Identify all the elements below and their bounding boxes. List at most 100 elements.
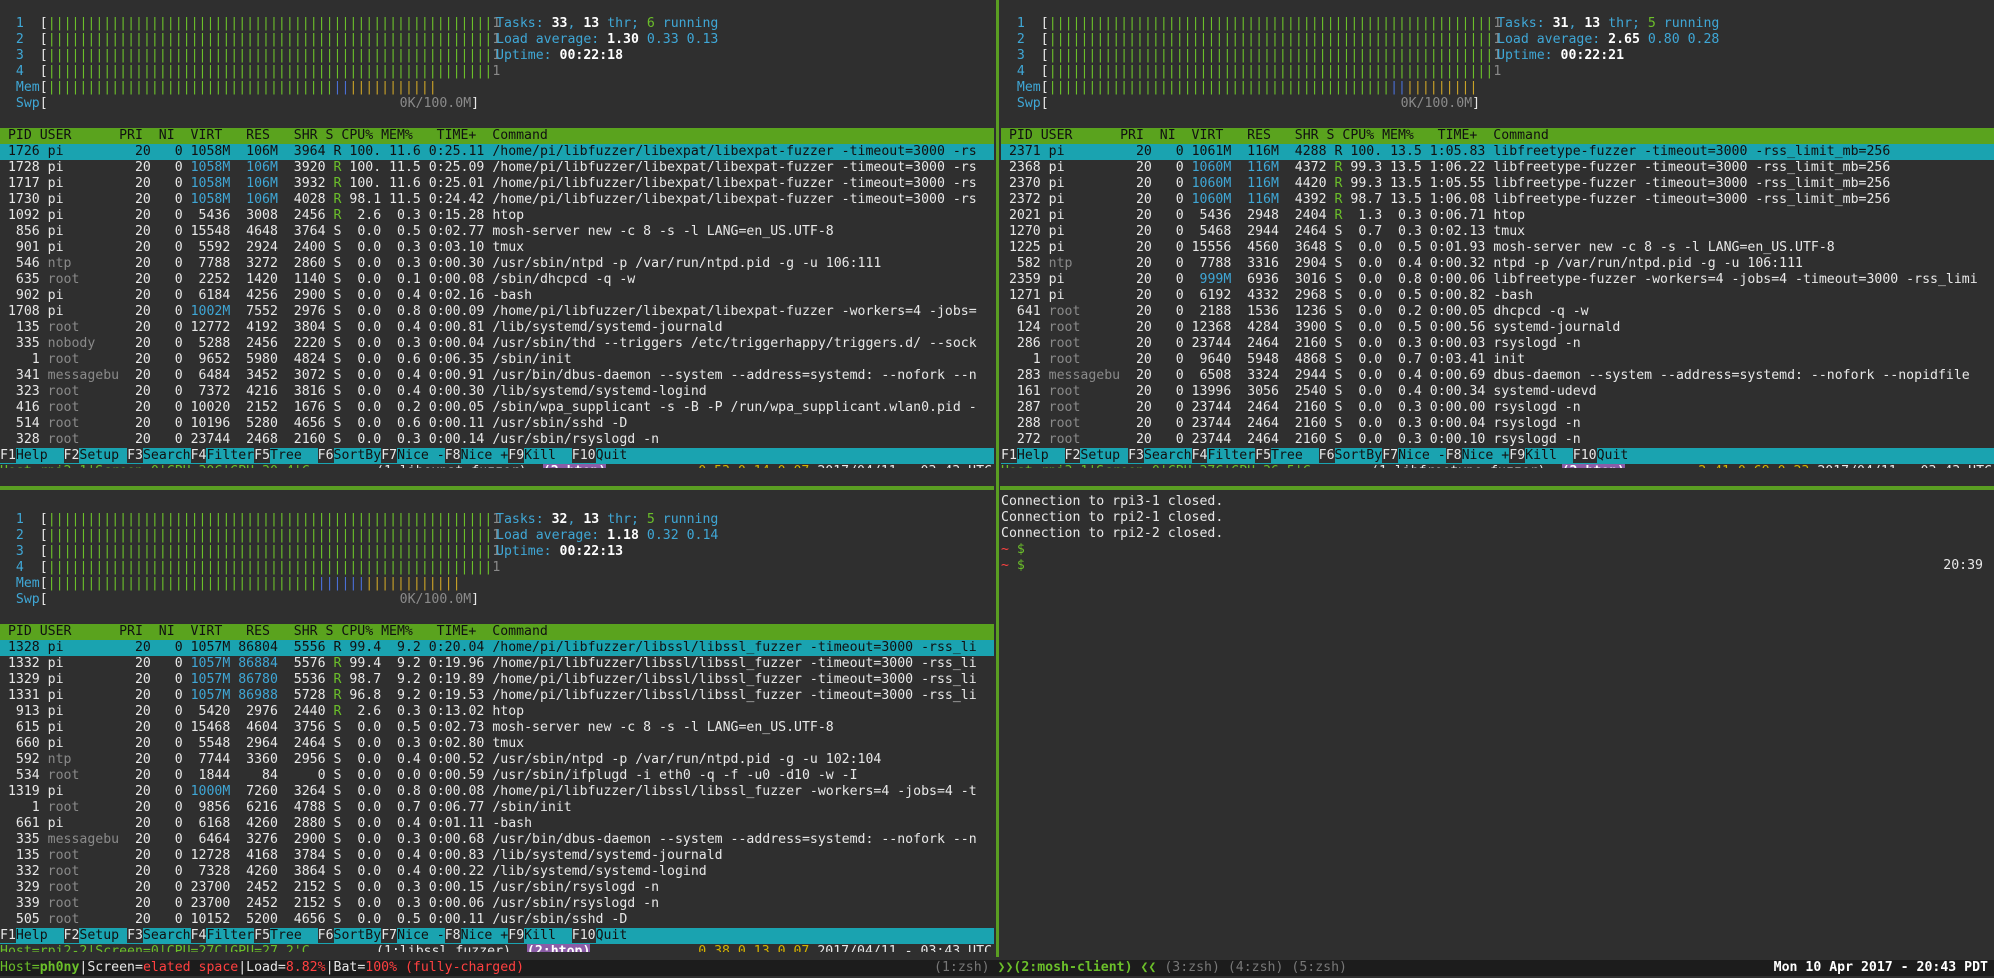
process-row[interactable]: 1328 pi 20 0 1057M 86804 5556 R 99.4 9.2… — [0, 640, 994, 656]
process-row[interactable]: 505 root 20 0 10152 5200 4656 S 0.0 0.5 … — [0, 912, 994, 928]
process-table-header[interactable]: PID USER PRI NI VIRT RES SHR S CPU% MEM%… — [0, 624, 994, 640]
process-row[interactable]: 2359 pi 20 0 999M 6936 3016 S 0.0 0.8 0:… — [1001, 272, 1994, 288]
process-row[interactable]: 1331 pi 20 0 1057M 86988 5728 R 96.8 9.2… — [0, 688, 994, 704]
fkey-f4-button[interactable]: F4Filter — [1191, 448, 1256, 463]
fkey-f3-button[interactable]: F3Search — [127, 448, 191, 463]
fkey-f10-button[interactable]: F10Quit — [1572, 448, 1645, 463]
fkey-f1-button[interactable]: F1Help — [0, 928, 64, 943]
remote-window-2-active[interactable]: (2:htop) — [526, 944, 591, 952]
process-row[interactable]: 1319 pi 20 0 1000M 7260 3264 S 0.0 0.8 0… — [0, 784, 994, 800]
process-row[interactable]: 534 root 20 0 1844 84 0 S 0.0 0.0 0:00.5… — [0, 768, 994, 784]
fkey-f7-button[interactable]: F7Nice - — [381, 928, 445, 943]
fkey-f2-button[interactable]: F2Setup — [63, 448, 128, 463]
vertical-pane-divider[interactable] — [994, 0, 1000, 957]
htop-pane[interactable]: 1 [|||||||||||||||||||||||||||||||||||||… — [1001, 16, 1994, 468]
fkey-f6-button[interactable]: F6SortBy — [317, 928, 382, 943]
process-row[interactable]: 1270 pi 20 0 5468 2944 2464 S 0.7 0.3 0:… — [1001, 224, 1994, 240]
process-row[interactable]: 135 root 20 0 12728 4168 3784 S 0.0 0.4 … — [0, 848, 994, 864]
process-row[interactable]: 2371 pi 20 0 1061M 116M 4288 R 100. 13.5… — [1001, 144, 1994, 160]
fkey-f4-button[interactable]: F4Filter — [190, 448, 255, 463]
remote-window-2-active[interactable]: (2:htop) — [1561, 464, 1626, 468]
process-row[interactable]: 328 root 20 0 23744 2468 2160 S 0.0 0.3 … — [0, 432, 994, 448]
process-row[interactable]: 1 root 20 0 9856 6216 4788 S 0.0 0.7 0:0… — [0, 800, 994, 816]
process-row[interactable]: 901 pi 20 0 5592 2924 2400 S 0.0 0.3 0:0… — [0, 240, 994, 256]
fkey-f9-button[interactable]: F9Kill — [508, 448, 572, 463]
process-table[interactable]: PID USER PRI NI VIRT RES SHR S CPU% MEM%… — [1001, 128, 1994, 448]
fkey-f7-button[interactable]: F7Nice - — [381, 448, 445, 463]
process-row[interactable]: 856 pi 20 0 15548 4648 3764 S 0.0 0.5 0:… — [0, 224, 994, 240]
process-row[interactable]: 1 root 20 0 9640 5948 4868 S 0.0 0.7 0:0… — [1001, 352, 1994, 368]
fkey-f9-button[interactable]: F9Kill — [1509, 448, 1573, 463]
process-row[interactable]: 660 pi 20 0 5548 2964 2464 S 0.0 0.3 0:0… — [0, 736, 994, 752]
process-row[interactable]: 1225 pi 20 0 15556 4560 3648 S 0.0 0.5 0… — [1001, 240, 1994, 256]
process-row[interactable]: 2368 pi 20 0 1060M 116M 4372 R 99.3 13.5… — [1001, 160, 1994, 176]
remote-window-1[interactable]: (1:libssl_fuzzer) — [376, 944, 511, 952]
process-row[interactable]: 329 root 20 0 23700 2452 2152 S 0.0 0.3 … — [0, 880, 994, 896]
process-row[interactable]: 286 root 20 0 23744 2464 2160 S 0.0 0.3 … — [1001, 336, 1994, 352]
process-row[interactable]: 283 messagebu 20 0 6508 3324 2944 S 0.0 … — [1001, 368, 1994, 384]
process-row[interactable]: 635 root 20 0 2252 1420 1140 S 0.0 0.1 0… — [0, 272, 994, 288]
process-row[interactable]: 641 root 20 0 2188 1536 1236 S 0.0 0.2 0… — [1001, 304, 1994, 320]
fkey-f5-button[interactable]: F5Tree — [1255, 448, 1319, 463]
fkey-f4-button[interactable]: F4Filter — [190, 928, 255, 943]
htop-pane[interactable]: 1 [|||||||||||||||||||||||||||||||||||||… — [0, 512, 994, 952]
fkey-f1-button[interactable]: F1Help — [0, 448, 64, 463]
fkey-f3-button[interactable]: F3Search — [127, 928, 191, 943]
process-table-header[interactable]: PID USER PRI NI VIRT RES SHR S CPU% MEM%… — [1001, 128, 1994, 144]
tmux-window-1[interactable]: (1:zsh) — [934, 960, 990, 975]
fkey-f6-button[interactable]: F6SortBy — [317, 448, 382, 463]
fkey-f5-button[interactable]: F5Tree — [254, 448, 318, 463]
process-row[interactable]: 161 root 20 0 13996 3056 2540 S 0.0 0.4 … — [1001, 384, 1994, 400]
fkey-f2-button[interactable]: F2Setup — [1064, 448, 1129, 463]
fkey-f8-button[interactable]: F8Nice + — [444, 448, 509, 463]
process-table-header[interactable]: PID USER PRI NI VIRT RES SHR S CPU% MEM%… — [0, 128, 994, 144]
process-row[interactable]: 1730 pi 20 0 1058M 106M 4028 R 98.1 11.5… — [0, 192, 994, 208]
fkey-f1-button[interactable]: F1Help — [1001, 448, 1065, 463]
htop-pane[interactable]: 1 [|||||||||||||||||||||||||||||||||||||… — [0, 16, 994, 468]
process-row[interactable]: 902 pi 20 0 6184 4256 2900 S 0.0 0.4 0:0… — [0, 288, 994, 304]
fkey-f8-button[interactable]: F8Nice + — [444, 928, 509, 943]
tmux-window-5[interactable]: (5:zsh) — [1291, 960, 1347, 975]
process-row[interactable]: 514 root 20 0 10196 5280 4656 S 0.0 0.6 … — [0, 416, 994, 432]
tmux-window-3[interactable]: (3:zsh) — [1164, 960, 1220, 975]
process-row[interactable]: 335 messagebu 20 0 6464 3276 2900 S 0.0 … — [0, 832, 994, 848]
horizontal-pane-divider-right[interactable] — [1000, 486, 1994, 490]
tmux-window-4[interactable]: (4:zsh) — [1228, 960, 1284, 975]
fkey-f6-button[interactable]: F6SortBy — [1318, 448, 1383, 463]
process-row[interactable]: 2021 pi 20 0 5436 2948 2404 R 1.3 0.3 0:… — [1001, 208, 1994, 224]
fkey-f8-button[interactable]: F8Nice + — [1445, 448, 1510, 463]
process-row[interactable]: 1708 pi 20 0 1002M 7552 2976 S 0.0 0.8 0… — [0, 304, 994, 320]
process-row[interactable]: 287 root 20 0 23744 2464 2160 S 0.0 0.3 … — [1001, 400, 1994, 416]
fkey-f5-button[interactable]: F5Tree — [254, 928, 318, 943]
process-table[interactable]: PID USER PRI NI VIRT RES SHR S CPU% MEM%… — [0, 624, 994, 928]
process-row[interactable]: 2372 pi 20 0 1060M 116M 4392 R 98.7 13.5… — [1001, 192, 1994, 208]
process-row[interactable]: 1271 pi 20 0 6192 4332 2968 S 0.0 0.5 0:… — [1001, 288, 1994, 304]
process-row[interactable]: 546 ntp 20 0 7788 3272 2860 S 0.0 0.3 0:… — [0, 256, 994, 272]
shell-prompt[interactable]: ~ $ — [1001, 558, 1991, 574]
fkey-f9-button[interactable]: F9Kill — [508, 928, 572, 943]
process-row[interactable]: 335 nobody 20 0 5288 2456 2220 S 0.0 0.3… — [0, 336, 994, 352]
process-row[interactable]: 1329 pi 20 0 1057M 86780 5536 R 98.7 9.2… — [0, 672, 994, 688]
process-row[interactable]: 661 pi 20 0 6168 4260 2880 S 0.0 0.4 0:0… — [0, 816, 994, 832]
process-row[interactable]: 323 root 20 0 7372 4216 3816 S 0.0 0.4 0… — [0, 384, 994, 400]
process-row[interactable]: 124 root 20 0 12368 4284 3900 S 0.0 0.5 … — [1001, 320, 1994, 336]
process-row[interactable]: 339 root 20 0 23700 2452 2152 S 0.0 0.3 … — [0, 896, 994, 912]
fkey-f7-button[interactable]: F7Nice - — [1382, 448, 1446, 463]
process-row[interactable]: 1726 pi 20 0 1058M 106M 3964 R 100. 11.6… — [0, 144, 994, 160]
process-row[interactable]: 416 root 20 0 10020 2152 1676 S 0.0 0.2 … — [0, 400, 994, 416]
process-row[interactable]: 272 root 20 0 23744 2464 2160 S 0.0 0.3 … — [1001, 432, 1994, 448]
process-row[interactable]: 615 pi 20 0 15468 4604 3756 S 0.0 0.5 0:… — [0, 720, 994, 736]
process-row[interactable]: 1717 pi 20 0 1058M 106M 3932 R 100. 11.6… — [0, 176, 994, 192]
process-row[interactable]: 341 messagebu 20 0 6484 3452 3072 S 0.0 … — [0, 368, 994, 384]
process-table[interactable]: PID USER PRI NI VIRT RES SHR S CPU% MEM%… — [0, 128, 994, 448]
horizontal-pane-divider-left[interactable] — [0, 486, 994, 490]
process-row[interactable]: 592 ntp 20 0 7744 3360 2956 S 0.0 0.4 0:… — [0, 752, 994, 768]
remote-window-2-active[interactable]: (2:htop) — [542, 464, 607, 468]
process-row[interactable]: 332 root 20 0 7328 4260 3864 S 0.0 0.4 0… — [0, 864, 994, 880]
process-row[interactable]: 1728 pi 20 0 1058M 106M 3920 R 100. 11.5… — [0, 160, 994, 176]
shell-terminal-pane[interactable]: Connection to rpi3-1 closed. Connection … — [1001, 494, 1991, 954]
fkey-f3-button[interactable]: F3Search — [1128, 448, 1192, 463]
fkey-f2-button[interactable]: F2Setup — [63, 928, 128, 943]
process-row[interactable]: 913 pi 20 0 5420 2976 2440 R 2.6 0.3 0:1… — [0, 704, 994, 720]
fkey-f10-button[interactable]: F10Quit — [571, 928, 644, 943]
